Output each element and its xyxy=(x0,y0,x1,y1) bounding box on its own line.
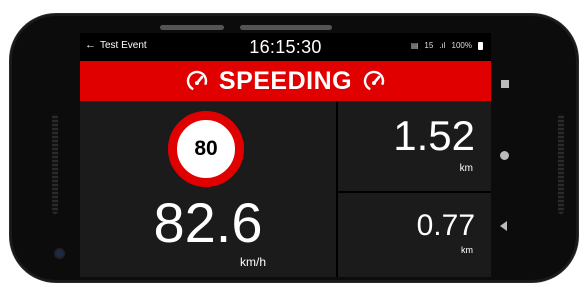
volume-button xyxy=(160,25,224,30)
speeding-label: SPEEDING xyxy=(218,66,353,95)
distance-primary-unit: km xyxy=(459,163,473,174)
speaker-grille-right xyxy=(558,114,564,214)
app-screen: ← Test Event 16:15:30 ▤ 15 .ıl 100% SPEE… xyxy=(80,33,491,277)
distance-secondary-unit: km xyxy=(461,245,473,255)
power-button xyxy=(240,25,332,30)
speedometer-icon xyxy=(362,69,386,93)
current-speed: 82.6 xyxy=(153,191,263,254)
distance-panel-secondary: 0.77 km xyxy=(338,193,491,277)
distance-primary-value: 1.52 xyxy=(393,112,475,159)
speed-unit: km/h xyxy=(239,255,266,269)
battery-level: 100% xyxy=(451,41,472,50)
speed-limit-sign: 80 xyxy=(168,111,244,187)
signal-icon: .ıl xyxy=(439,41,446,50)
speaker-grille-left xyxy=(52,114,58,214)
speed-limit-value: 80 xyxy=(194,137,218,160)
notification-count: 15 xyxy=(424,41,434,50)
triangle-icon[interactable] xyxy=(500,221,507,231)
square-icon[interactable] xyxy=(501,80,509,88)
front-camera xyxy=(56,250,63,257)
distance-secondary-value: 0.77 xyxy=(416,209,475,242)
circle-icon[interactable] xyxy=(500,151,509,160)
battery-icon xyxy=(478,41,483,50)
speeding-alert-banner: SPEEDING xyxy=(80,61,491,101)
status-bar: ← Test Event 16:15:30 ▤ 15 .ıl 100% xyxy=(80,33,491,60)
status-icons: ▤ 15 .ıl 100% xyxy=(411,41,483,50)
speed-panel: 80 82.6 km/h xyxy=(80,101,336,277)
notification-icon: ▤ xyxy=(410,41,419,50)
speedometer-icon xyxy=(185,69,209,93)
distance-panel-primary: 1.52 km xyxy=(338,101,491,191)
